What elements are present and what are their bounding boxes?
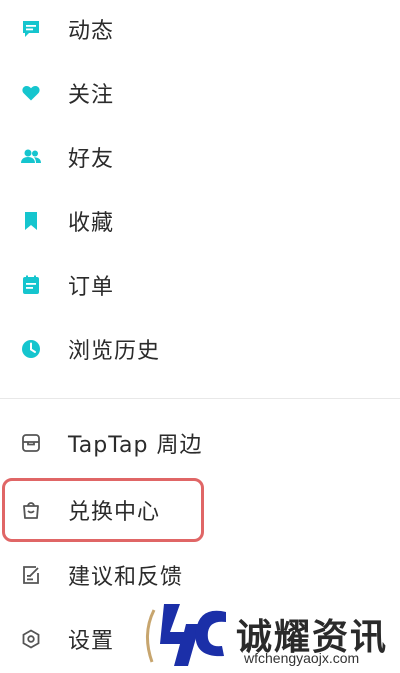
- menu-item-friends[interactable]: 好友: [0, 132, 400, 182]
- menu-item-label: 浏览历史: [68, 339, 161, 364]
- watermark-url: wfchengyaojx.com: [244, 650, 360, 666]
- menu-item-favorites[interactable]: 收藏: [0, 196, 400, 246]
- highlight-box: [2, 478, 204, 542]
- section-divider: [0, 398, 400, 399]
- menu-item-label: 建议和反馈: [68, 565, 184, 590]
- friends-icon: [20, 146, 42, 168]
- menu-item-label: TapTap 周边: [68, 433, 203, 458]
- menu-item-orders[interactable]: 订单: [0, 260, 400, 310]
- menu-item-history[interactable]: 浏览历史: [0, 324, 400, 374]
- feedback-edit-icon: [20, 564, 42, 586]
- clock-icon: [20, 338, 42, 360]
- menu-item-dynamic[interactable]: 动态: [0, 4, 400, 54]
- menu-item-label: 关注: [68, 83, 115, 108]
- merch-icon: [20, 432, 42, 454]
- watermark-logo: [146, 604, 226, 666]
- menu-item-label: 收藏: [68, 211, 115, 236]
- chat-bubble-icon: [20, 18, 42, 40]
- bookmark-icon: [20, 210, 42, 232]
- menu-item-merch[interactable]: TapTap 周边: [0, 418, 400, 468]
- settings-gear-icon: [20, 628, 42, 650]
- menu-item-follow[interactable]: 关注: [0, 68, 400, 118]
- menu-item-label: 设置: [68, 629, 115, 654]
- menu-item-label: 订单: [68, 275, 115, 300]
- watermark: 诚耀资讯 wfchengyaojx.com: [140, 596, 400, 673]
- menu-item-feedback[interactable]: 建议和反馈: [0, 550, 400, 600]
- menu-item-label: 动态: [68, 19, 115, 44]
- menu-item-label: 好友: [68, 147, 115, 172]
- order-icon: [20, 274, 42, 296]
- heart-icon: [20, 82, 42, 104]
